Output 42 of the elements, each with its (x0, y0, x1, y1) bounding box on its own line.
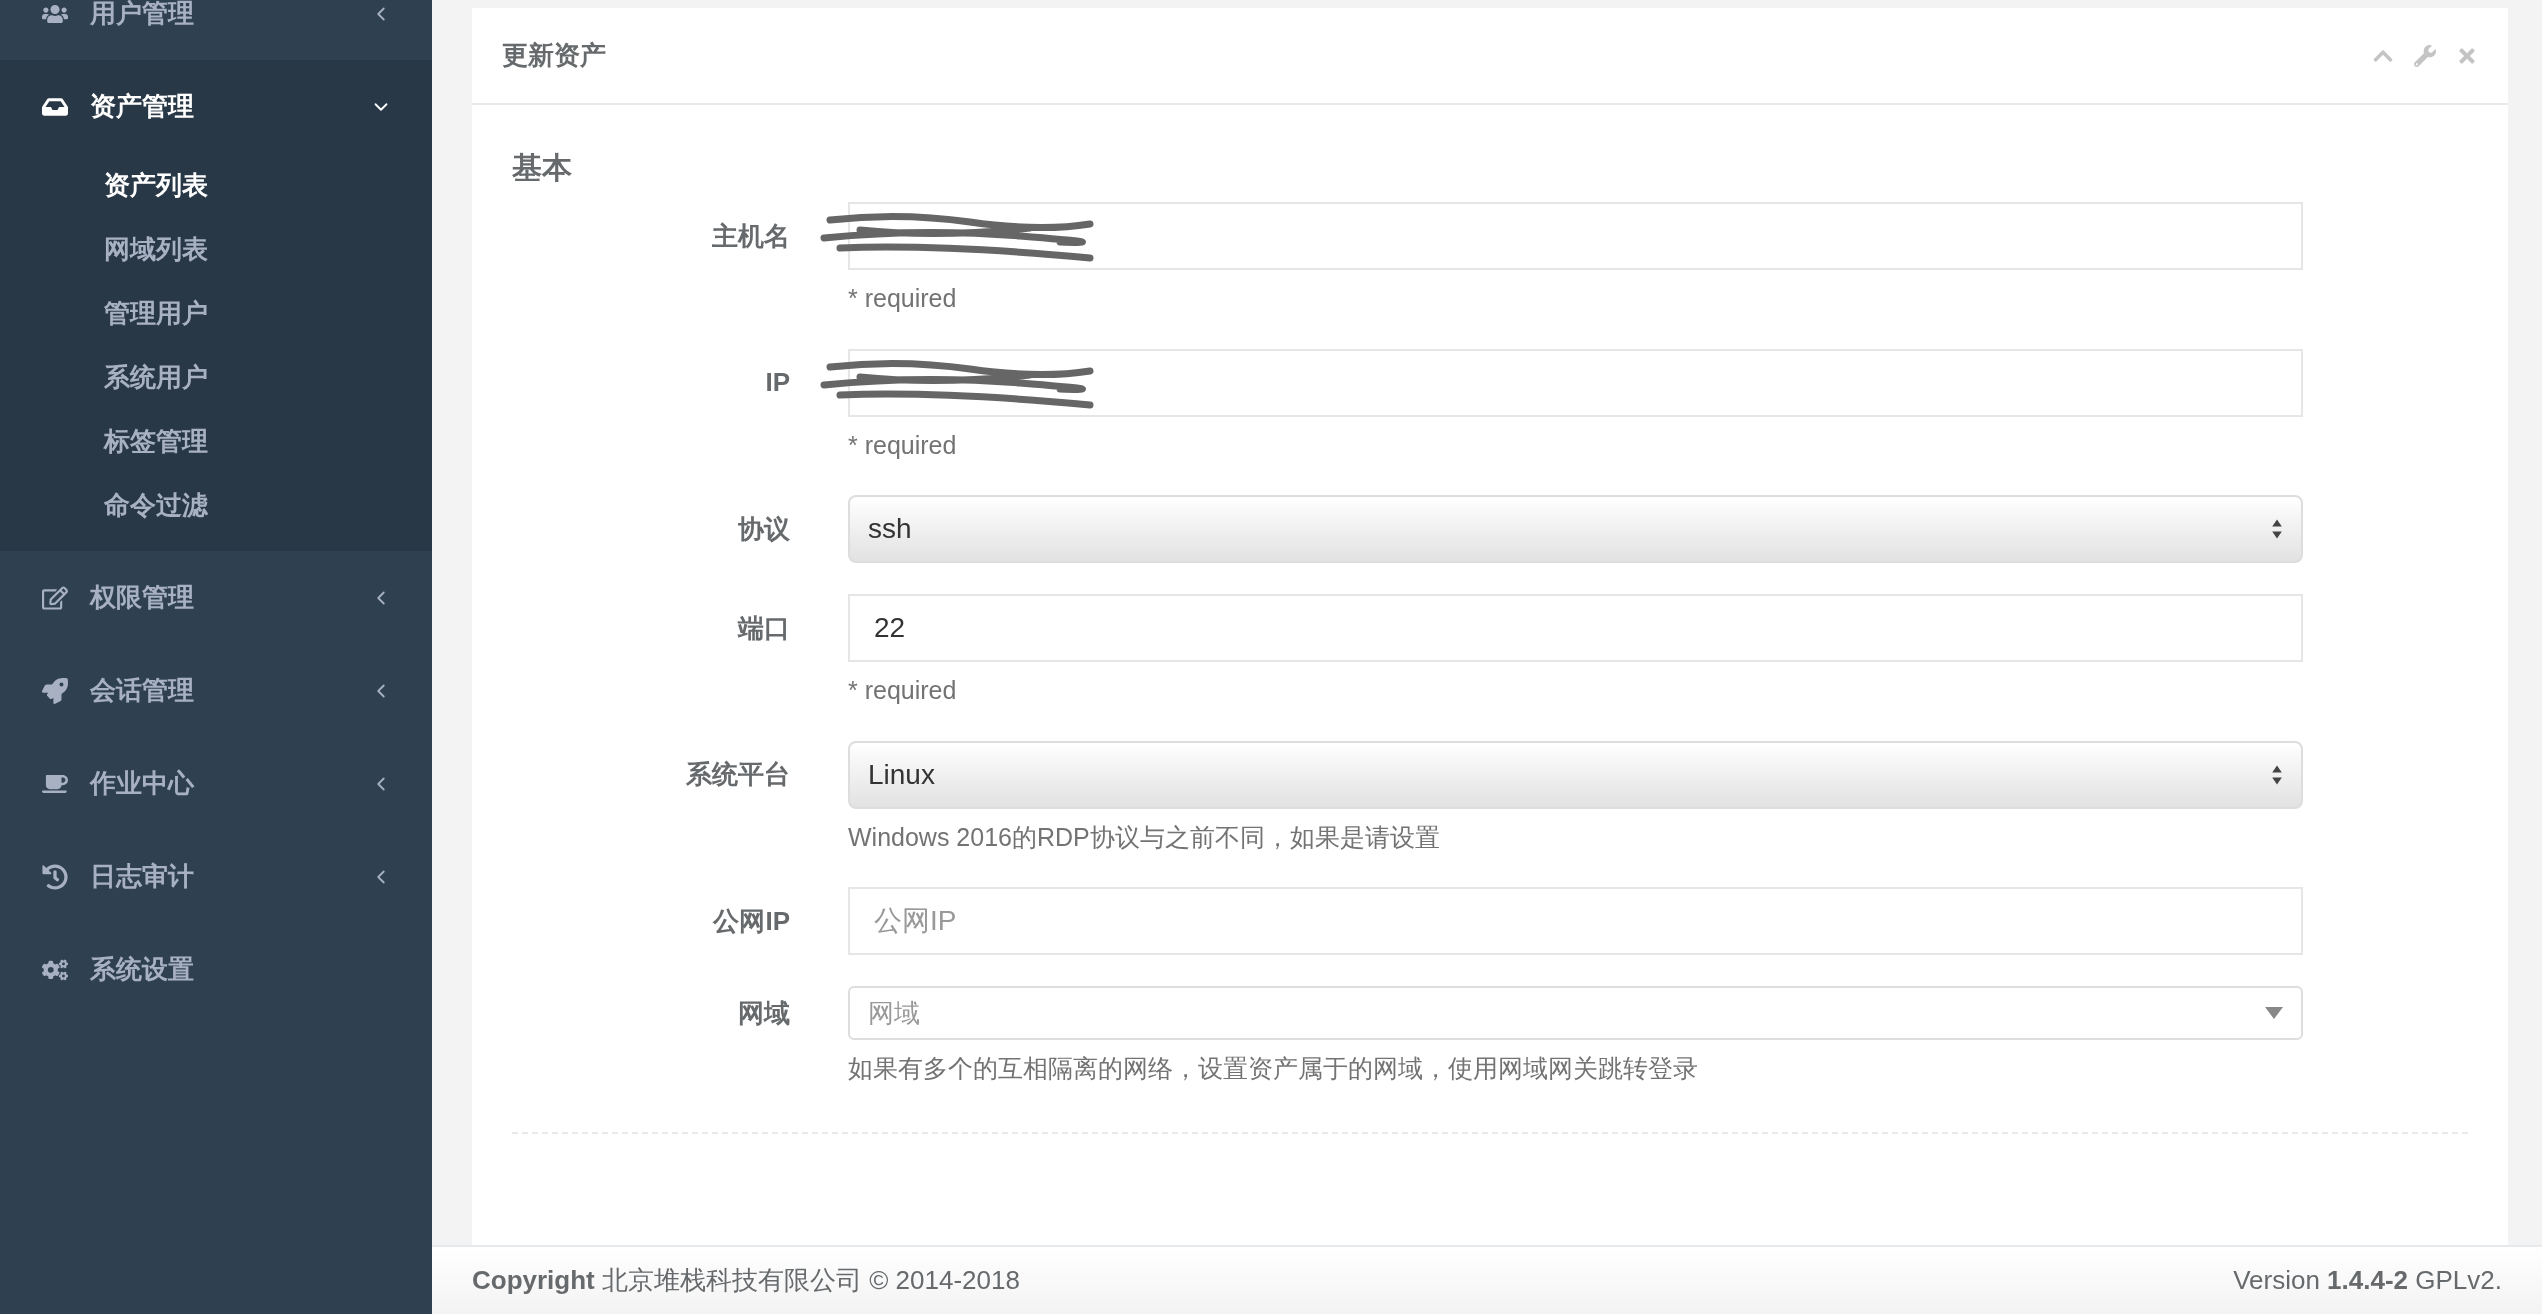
version-text: Version 1.4.4-2 GPLv2. (2233, 1264, 2502, 1297)
select-field[interactable]: 网域 (848, 986, 2303, 1040)
help-text: Windows 2016的RDP协议与之前不同，如果是请设置 (848, 822, 1440, 851)
submenu-item[interactable]: 资产列表 (0, 153, 432, 217)
sidebar-item[interactable]: 会话管理 (0, 644, 432, 737)
edit-icon (42, 584, 68, 611)
sidebar-item[interactable]: 用户管理 (0, 0, 432, 60)
field-label: IP (765, 366, 790, 399)
submenu-item[interactable]: 系统用户 (0, 345, 432, 409)
submenu-item[interactable]: 网域列表 (0, 217, 432, 281)
select-field[interactable]: Linux (848, 740, 2303, 809)
sidebar-item[interactable]: 日志审计 (0, 830, 432, 923)
rocket-icon (42, 677, 68, 704)
field-label: 主机名 (712, 219, 790, 253)
field-label: 网域 (738, 996, 790, 1030)
sidebar-item[interactable]: 权限管理 (0, 551, 432, 644)
help-text: 如果有多个的互相隔离的网络，设置资产属于的网域，使用网域网关跳转登录 (848, 1054, 1698, 1082)
sidebar-item[interactable]: 资产管理 (0, 60, 432, 153)
panel-title: 更新资产 (502, 39, 607, 72)
field-label: 端口 (738, 611, 790, 645)
help-text: * required (848, 284, 957, 312)
submenu-item[interactable]: 标签管理 (0, 409, 432, 473)
sidebar-item[interactable]: 作业中心 (0, 737, 432, 830)
input-field[interactable] (848, 202, 2303, 270)
section-title: 基本 (512, 150, 573, 186)
field-label: 系统平台 (686, 758, 790, 791)
submenu-item[interactable]: 管理用户 (0, 281, 432, 345)
help-text: * required (848, 676, 957, 704)
select-field[interactable]: ssh (848, 495, 2303, 563)
field-label: 协议 (738, 512, 790, 546)
history-icon (42, 863, 68, 890)
input-field[interactable]: 公网IP (848, 887, 2303, 955)
copyright-text: Copyright 北京堆栈科技有限公司 © 2014-2018 (472, 1264, 1021, 1297)
field-label: 公网IP (713, 904, 790, 938)
submenu-item[interactable]: 命令过滤 (0, 473, 432, 537)
input-field[interactable]: 22 (848, 594, 2303, 662)
up-down-arrows-icon (2271, 517, 2283, 541)
help-text: * required (848, 430, 957, 459)
dropdown-arrow-icon (2265, 1007, 2283, 1019)
input-field[interactable] (848, 348, 2303, 417)
wrench-icon[interactable] (2414, 44, 2436, 67)
sidebar-item[interactable]: 系统设置 (0, 923, 432, 1016)
